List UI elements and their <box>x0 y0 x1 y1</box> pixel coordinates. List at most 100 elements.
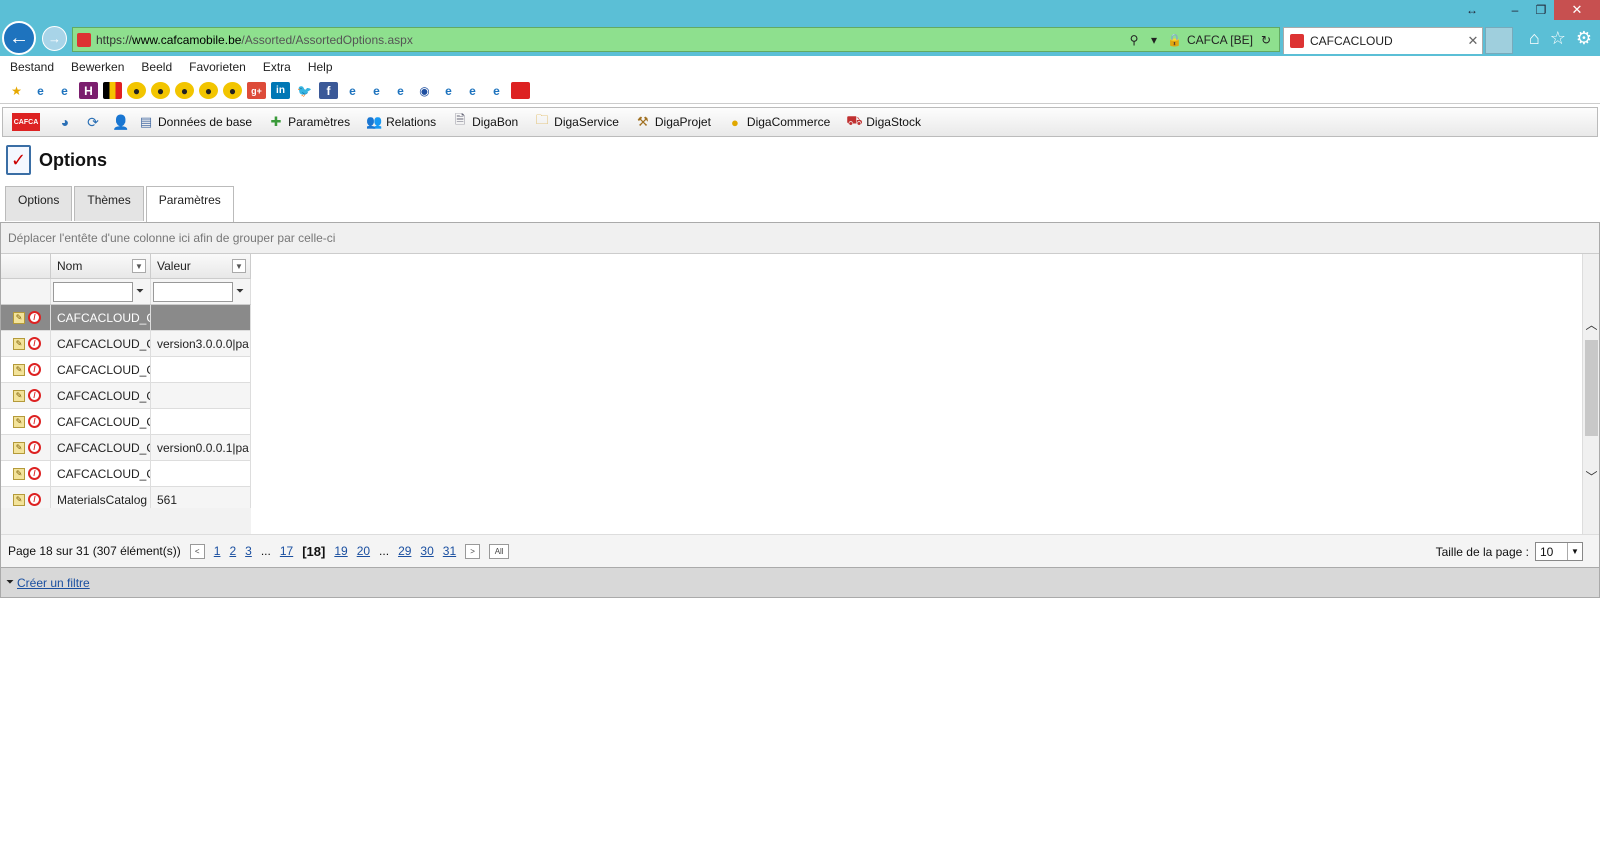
edit-icon[interactable]: ✎ <box>13 389 25 402</box>
radioactive-icon[interactable]: ● <box>223 82 242 99</box>
tab-options[interactable]: Options <box>5 186 73 221</box>
google-plus-icon[interactable]: g+ <box>247 82 266 99</box>
delete-icon[interactable]: / <box>28 415 41 428</box>
column-menu-icon[interactable]: ▼ <box>132 259 146 273</box>
ie-page-icon[interactable]: e <box>463 82 482 99</box>
ie-page-icon[interactable]: e <box>343 82 362 99</box>
menu-digacommerce[interactable]: ● DigaCommerce <box>727 115 830 130</box>
lock-icon[interactable]: 🔒 <box>1167 33 1182 47</box>
menu-digabon[interactable]: 🗎 DigaBon <box>452 111 518 133</box>
filter-input-nom[interactable] <box>53 281 133 302</box>
table-row[interactable]: ✎/ CAFCACLOUD_GR <box>1 305 251 331</box>
chevron-down-icon[interactable]: ▼ <box>1567 543 1582 560</box>
filter-icon[interactable]: ⏷ <box>136 286 144 297</box>
edit-icon[interactable]: ✎ <box>13 337 25 350</box>
radioactive-icon[interactable]: ● <box>151 82 170 99</box>
globe-icon[interactable]: ◕ <box>54 114 76 130</box>
table-row[interactable]: ✎ / MaterialsCatalog 561 <box>1 487 251 508</box>
delete-icon[interactable]: / <box>28 467 41 480</box>
sync-icon[interactable]: ⟳ <box>82 114 104 131</box>
column-menu-icon[interactable]: ▼ <box>232 259 246 273</box>
globe-icon[interactable]: ◉ <box>415 82 434 99</box>
menu-beeld[interactable]: Beeld <box>141 60 172 74</box>
address-bar[interactable]: https://www.cafcamobile.be/Assorted/Asso… <box>72 27 1280 52</box>
edit-icon[interactable]: ✎ <box>13 441 25 454</box>
radioactive-icon[interactable]: ● <box>199 82 218 99</box>
user-icon[interactable]: 👤 <box>110 114 132 131</box>
radioactive-icon[interactable]: ● <box>175 82 194 99</box>
scroll-thumb[interactable] <box>1585 340 1598 436</box>
page-link[interactable]: 3 <box>245 544 252 558</box>
back-button[interactable]: ← <box>2 21 36 55</box>
filter-input-valeur[interactable] <box>153 281 233 302</box>
delete-icon[interactable]: / <box>28 441 41 454</box>
menu-favorieten[interactable]: Favorieten <box>189 60 246 74</box>
tab-themes[interactable]: Thèmes <box>74 186 144 221</box>
menu-donnees-de-base[interactable]: ▤ Données de base <box>138 114 252 130</box>
cafca-logo-icon[interactable] <box>511 82 530 99</box>
menu-extra[interactable]: Extra <box>263 60 291 74</box>
menu-help[interactable]: Help <box>308 60 333 74</box>
table-row[interactable]: ✎/ CAFCACLOUD_GR version0.0.0.1|pa <box>1 435 251 461</box>
ie-page-icon[interactable]: e <box>367 82 386 99</box>
menu-relations[interactable]: 👥 Relations <box>366 114 436 130</box>
home-icon[interactable]: ⌂ <box>1529 28 1540 49</box>
group-panel[interactable]: Déplacer l'entête d'une colonne ici afin… <box>1 223 1599 254</box>
column-header-nom[interactable]: Nom ▼ <box>51 254 151 278</box>
table-row[interactable]: ✎/ CAFCACLOUD_GR <box>1 383 251 409</box>
table-row[interactable]: ✎/ CAFCACLOUD_GR <box>1 461 251 487</box>
tab-parametres[interactable]: Paramètres <box>145 186 234 222</box>
menu-digaprojet[interactable]: ⚒ DigaProjet <box>635 114 711 130</box>
delete-icon[interactable]: / <box>28 337 41 350</box>
prev-page-button[interactable]: < <box>189 543 205 559</box>
browser-tab[interactable]: CAFCACLOUD ✕ <box>1283 27 1483 54</box>
page-link[interactable]: 19 <box>334 544 347 558</box>
ie-page-icon[interactable]: e <box>31 82 50 99</box>
add-favorite-icon[interactable]: ★ <box>7 82 26 99</box>
belgium-flag-icon[interactable] <box>103 82 122 99</box>
page-link[interactable]: 31 <box>443 544 456 558</box>
linkedin-icon[interactable]: in <box>271 82 290 99</box>
ie-page-icon[interactable]: e <box>487 82 506 99</box>
page-size-select[interactable]: 10 ▼ <box>1535 542 1583 561</box>
new-tab-button[interactable] <box>1485 27 1513 54</box>
delete-icon[interactable]: / <box>28 493 41 506</box>
ie-page-icon[interactable]: e <box>391 82 410 99</box>
forward-button[interactable]: → <box>42 26 67 51</box>
column-header-valeur[interactable]: Valeur ▼ <box>151 254 251 278</box>
delete-icon[interactable]: / <box>28 389 41 402</box>
security-label[interactable]: CAFCA [BE] <box>1187 33 1253 47</box>
pager-ellipsis[interactable]: ... <box>379 544 389 558</box>
edit-icon[interactable]: ✎ <box>13 467 25 480</box>
refresh-icon[interactable]: ↻ <box>1259 33 1273 47</box>
radioactive-icon[interactable]: ● <box>127 82 146 99</box>
scroll-up-icon[interactable]: ︿ <box>1583 316 1600 333</box>
delete-icon[interactable]: / <box>28 363 41 376</box>
page-link[interactable]: 1 <box>214 544 221 558</box>
page-link[interactable]: 20 <box>357 544 370 558</box>
star-icon[interactable]: ☆ <box>1550 28 1566 49</box>
close-window-button[interactable]: ✕ <box>1554 0 1600 20</box>
h-logo-icon[interactable]: H <box>79 82 98 99</box>
page-link[interactable]: 29 <box>398 544 411 558</box>
page-link[interactable]: 30 <box>420 544 433 558</box>
table-row[interactable]: ✎/ CAFCACLOUD_GR <box>1 357 251 383</box>
menu-bewerken[interactable]: Bewerken <box>71 60 124 74</box>
url-text[interactable]: https://www.cafcamobile.be/Assorted/Asso… <box>96 33 1127 47</box>
menu-digaservice[interactable]: 🗀 DigaService <box>534 111 619 133</box>
search-icon[interactable]: ⚲ <box>1127 33 1141 47</box>
page-link[interactable]: 17 <box>280 544 293 558</box>
edit-icon[interactable]: ✎ <box>13 493 25 506</box>
resize-icon[interactable]: ↔ <box>1452 0 1492 20</box>
all-pages-button[interactable]: All <box>489 543 510 559</box>
dropdown-icon[interactable]: ▾ <box>1147 33 1161 47</box>
table-row[interactable]: ✎/ CAFCACLOUD_GR <box>1 409 251 435</box>
page-link[interactable]: 2 <box>229 544 236 558</box>
gear-icon[interactable]: ⚙ <box>1576 28 1592 49</box>
twitter-icon[interactable]: 🐦 <box>295 82 314 99</box>
facebook-icon[interactable]: f <box>319 82 338 99</box>
delete-icon[interactable]: / <box>28 311 41 324</box>
vertical-scrollbar[interactable]: ︿ ﹀ <box>1582 254 1599 534</box>
scroll-down-icon[interactable]: ﹀ <box>1583 468 1600 485</box>
cafca-logo[interactable]: CAFCA <box>12 113 40 131</box>
